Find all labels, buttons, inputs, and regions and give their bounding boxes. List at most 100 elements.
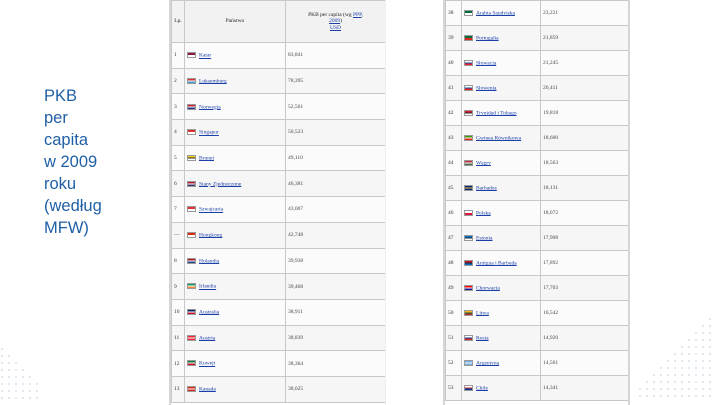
row-rank: 38 <box>445 0 462 26</box>
row-country-cell: Słowacja <box>461 50 541 76</box>
header-ppp-link[interactable]: PPP <box>353 12 362 18</box>
country-link[interactable]: Singapur <box>199 130 219 136</box>
row-rank: 53 <box>445 375 462 401</box>
flag-icon <box>464 184 473 191</box>
flag-icon <box>187 52 196 59</box>
row-rank: 4 <box>171 119 185 146</box>
country-link[interactable]: Hongkong <box>199 232 222 238</box>
row-country-cell: Katar <box>184 42 286 69</box>
country-link[interactable]: Kanada <box>199 386 216 392</box>
row-country-cell: Trynidad i Tobago <box>461 100 541 126</box>
table-row: 1 Katar 83,841 <box>171 42 385 69</box>
flag-icon <box>187 360 196 367</box>
row-rank: 3 <box>171 93 185 121</box>
row-gdp-value: 17,703 <box>540 275 628 301</box>
row-gdp-value: 49,110 <box>285 144 385 172</box>
header-gdp-prefix: PKB per capita (wg <box>308 11 352 18</box>
row-gdp-value: 18,563 <box>540 150 628 176</box>
row-country-cell: Chorwacja <box>461 275 541 301</box>
row-country-cell: Estonia <box>461 225 541 251</box>
header-usd-link[interactable]: USD <box>330 25 341 31</box>
country-link[interactable]: Antigua i Barbuda <box>476 260 517 266</box>
row-gdp-value: 21,245 <box>540 50 628 76</box>
row-country-cell: Gwinea Równikowa <box>461 125 541 151</box>
table-row: 41 Słowenia 20,411 <box>445 75 628 101</box>
flag-icon <box>464 384 473 391</box>
row-gdp-value: 38,911 <box>285 298 385 326</box>
table-row: — Hongkong 42,748 <box>171 221 385 249</box>
row-gdp-value: 14,341 <box>540 375 628 401</box>
row-rank: 8 <box>171 247 185 275</box>
row-rank: 10 <box>171 298 185 326</box>
row-gdp-value: 38,025 <box>285 375 385 403</box>
row-gdp-value: 18,131 <box>540 175 628 201</box>
country-link[interactable]: Słowenia <box>476 85 496 91</box>
row-gdp-value: 14,920 <box>540 325 628 351</box>
country-link[interactable]: Irlandia <box>199 284 216 290</box>
country-link[interactable]: Holandia <box>199 258 219 264</box>
flag-icon <box>464 334 473 341</box>
country-link[interactable]: Arabia Saudyjska <box>476 10 515 16</box>
flag-icon <box>464 59 473 66</box>
country-link[interactable]: Kuwejt <box>199 361 215 367</box>
table-row: 5 Brunei 49,110 <box>171 144 385 172</box>
flag-icon <box>464 359 473 366</box>
country-link[interactable]: Austria <box>199 335 215 341</box>
country-link[interactable]: Rosja <box>476 335 489 341</box>
country-link[interactable]: Szwajcaria <box>199 207 223 213</box>
country-link[interactable]: Węgry <box>476 160 491 166</box>
table-row: 13 Kanada 38,025 <box>171 375 385 403</box>
row-country-cell: Luksemburg <box>184 67 286 95</box>
flag-icon <box>187 129 196 136</box>
country-link[interactable]: Litwa <box>476 310 489 316</box>
table-row: 4 Singapur 50,523 <box>171 119 385 146</box>
country-link[interactable]: Chile <box>476 385 488 391</box>
row-country-cell: Singapur <box>184 119 286 146</box>
country-link[interactable]: Polska <box>476 210 491 216</box>
flag-icon <box>187 77 196 84</box>
country-link[interactable]: Argentyna <box>476 360 499 366</box>
country-link[interactable]: Katar <box>199 53 211 59</box>
row-rank: 13 <box>171 375 185 403</box>
table-row: 52 Argentyna 14,561 <box>445 350 628 376</box>
flag-icon <box>187 231 196 238</box>
country-link[interactable]: Brunei <box>199 155 214 161</box>
country-link[interactable]: Chorwacja <box>476 285 500 291</box>
row-gdp-value: 17,908 <box>540 225 628 251</box>
country-link[interactable]: Norwegia <box>199 104 221 110</box>
country-link[interactable]: Estonia <box>476 235 493 241</box>
country-link[interactable]: Słowacja <box>476 60 496 66</box>
country-link[interactable]: Stany Zjednoczone <box>199 181 241 187</box>
table-row: 6 Stany Zjednoczone 46,381 <box>171 170 385 198</box>
table-row: 11 Austria 38,839 <box>171 324 385 352</box>
table-row: 45 Barbados 18,131 <box>445 175 628 201</box>
header-country: Państwo <box>184 0 286 43</box>
country-link[interactable]: Trynidad i Tobago <box>476 110 517 116</box>
slide-title: PKB per capita w 2009 roku (według MFW) <box>44 87 102 237</box>
country-link[interactable]: Australia <box>199 309 219 315</box>
country-link[interactable]: Barbados <box>476 185 497 191</box>
header-year-link[interactable]: 2009 <box>329 18 340 24</box>
row-gdp-value: 38,839 <box>285 324 385 352</box>
table-row: 8 Holandia 39,938 <box>171 247 385 275</box>
flag-icon <box>464 34 473 41</box>
flag-icon <box>187 283 196 290</box>
header-rank: Lp. <box>171 0 185 43</box>
flag-icon <box>464 134 473 141</box>
table-row: 3 Norwegia 52,561 <box>171 93 385 121</box>
row-rank: 12 <box>171 350 185 377</box>
row-country-cell: Barbados <box>461 175 541 201</box>
flag-icon <box>187 386 196 393</box>
flag-icon <box>464 209 473 216</box>
row-country-cell: Australia <box>184 298 286 326</box>
country-link[interactable]: Portugalia <box>476 35 499 41</box>
table-row: 38 Arabia Saudyjska 23,221 <box>445 0 628 26</box>
row-country-cell: Szwajcaria <box>184 196 286 223</box>
flag-icon <box>464 309 473 316</box>
row-rank: 40 <box>445 50 462 76</box>
row-rank: 43 <box>445 125 462 151</box>
country-link[interactable]: Luksemburg <box>199 78 227 84</box>
table-row: 49 Chorwacja 17,703 <box>445 275 628 301</box>
country-link[interactable]: Gwinea Równikowa <box>476 135 521 141</box>
row-gdp-value: 17,892 <box>540 250 628 276</box>
